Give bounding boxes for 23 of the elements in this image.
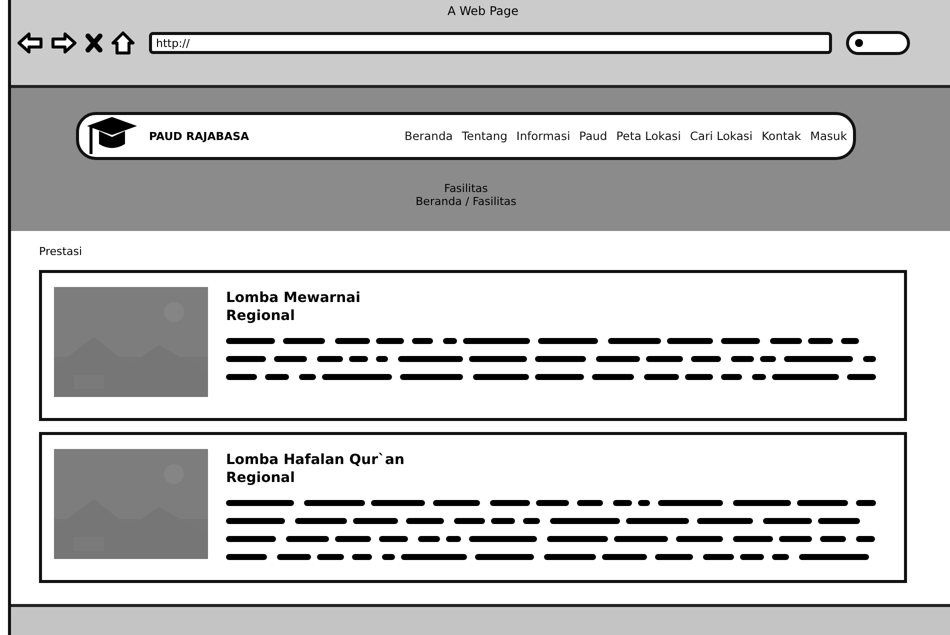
breadcrumb: Beranda / Fasilitas <box>416 195 516 208</box>
close-icon[interactable] <box>85 33 103 53</box>
section-title: Prestasi <box>39 245 84 258</box>
nav-link[interactable]: Masuk <box>810 129 847 143</box>
nav-link[interactable]: Tentang <box>462 129 508 143</box>
page-title: Fasilitas <box>444 182 488 195</box>
card-subtitle: Regional <box>226 469 296 487</box>
nav-link[interactable]: Paud <box>579 129 608 143</box>
nav-link[interactable]: Cari Lokasi <box>690 129 753 143</box>
brand-name: PAUD RAJABASA <box>149 130 250 142</box>
card-title: Lomba Mewarnai <box>226 289 362 307</box>
back-icon[interactable] <box>17 32 43 54</box>
nav-link[interactable]: Informasi <box>516 129 570 143</box>
nav-link[interactable]: Peta Lokasi <box>616 129 681 143</box>
nav-link[interactable]: Beranda <box>404 129 453 143</box>
card-subtitle: Regional <box>226 307 296 325</box>
window-title: A Web Page <box>446 4 520 18</box>
forward-icon[interactable] <box>51 32 77 54</box>
search-field[interactable] <box>846 31 910 55</box>
nav-link[interactable]: Kontak <box>762 129 802 143</box>
card-title: Lomba Hafalan Qur`an <box>226 451 406 469</box>
home-icon[interactable] <box>111 31 135 55</box>
address-field[interactable]: http:// <box>149 32 832 54</box>
